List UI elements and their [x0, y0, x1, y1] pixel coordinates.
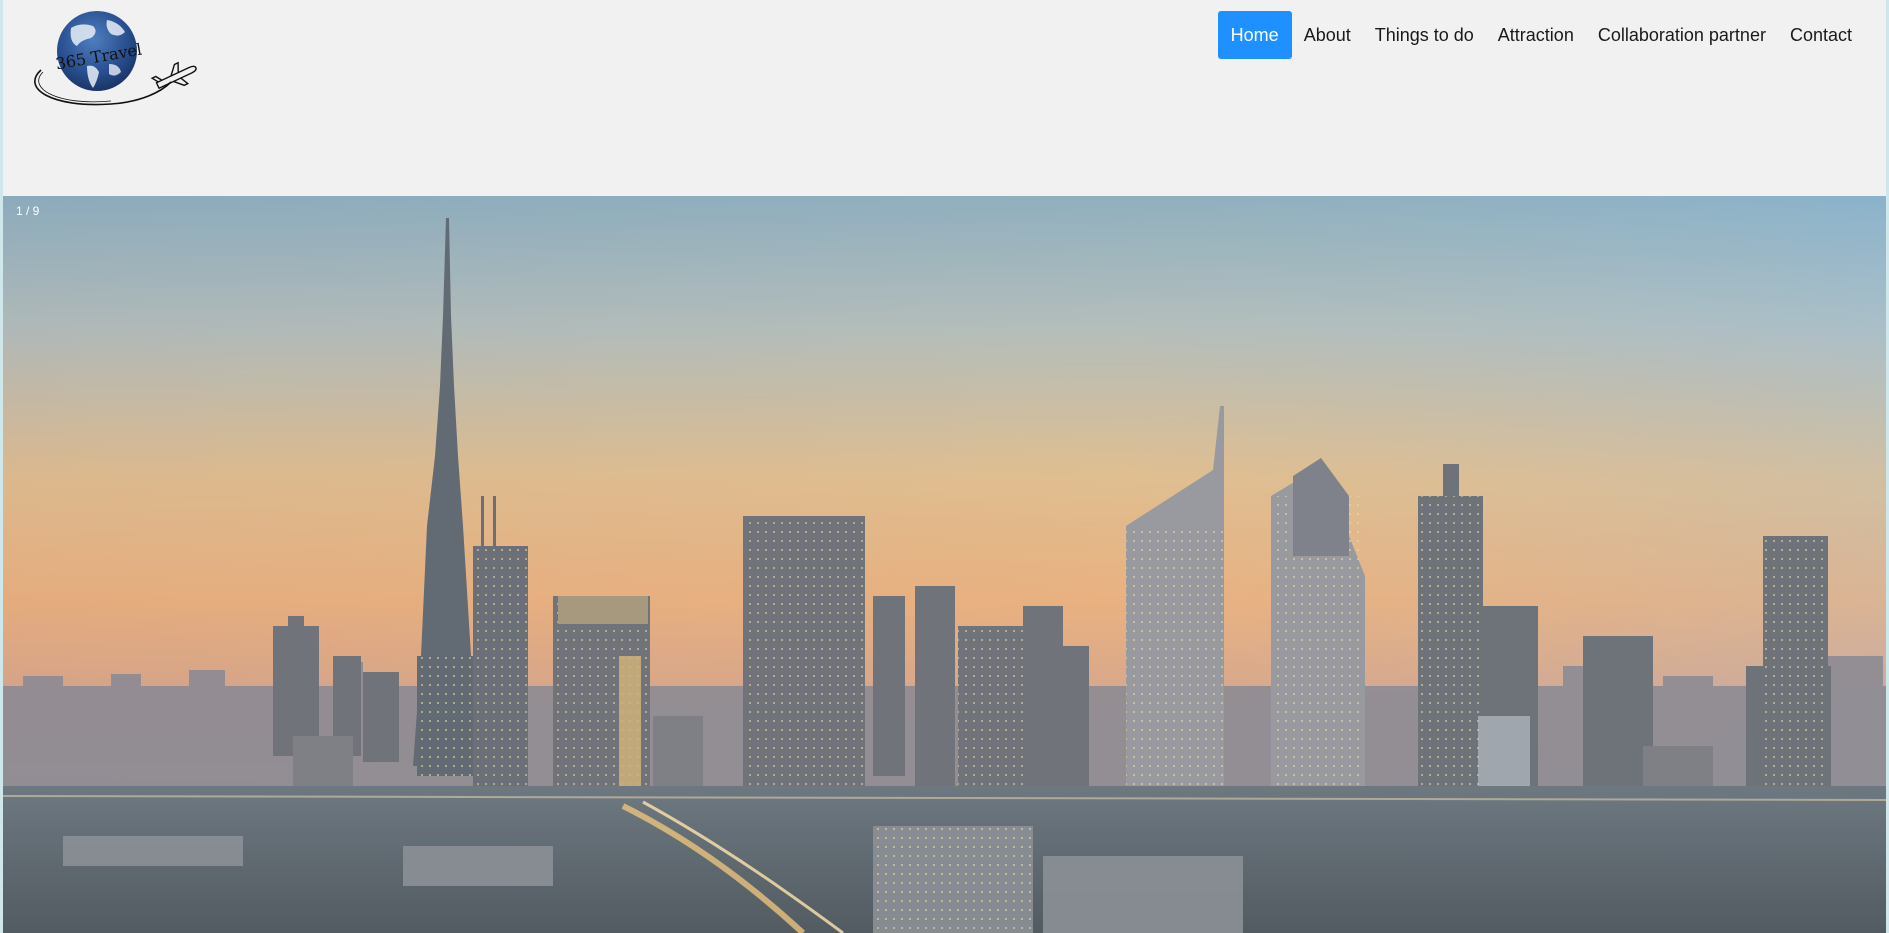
- nav-home[interactable]: Home: [1217, 11, 1292, 59]
- slide-counter: 1 / 9: [16, 204, 40, 218]
- main-navigation: Home About Things to do Attraction Colla…: [1217, 11, 1864, 59]
- nav-contact[interactable]: Contact: [1778, 11, 1864, 59]
- hero-slideshow[interactable]: 1 / 9: [3, 196, 1886, 933]
- site-logo[interactable]: 365 Travel: [21, 8, 206, 118]
- city-skyline-image: [3, 196, 1886, 933]
- nav-collaboration-partner[interactable]: Collaboration partner: [1586, 11, 1778, 59]
- nav-about[interactable]: About: [1292, 11, 1363, 59]
- nav-attraction[interactable]: Attraction: [1486, 11, 1586, 59]
- nav-things-to-do[interactable]: Things to do: [1363, 11, 1486, 59]
- site-header: 365 Travel Home About Things to do Attra…: [3, 0, 1886, 196]
- globe-plane-logo-icon: 365 Travel: [34, 11, 197, 106]
